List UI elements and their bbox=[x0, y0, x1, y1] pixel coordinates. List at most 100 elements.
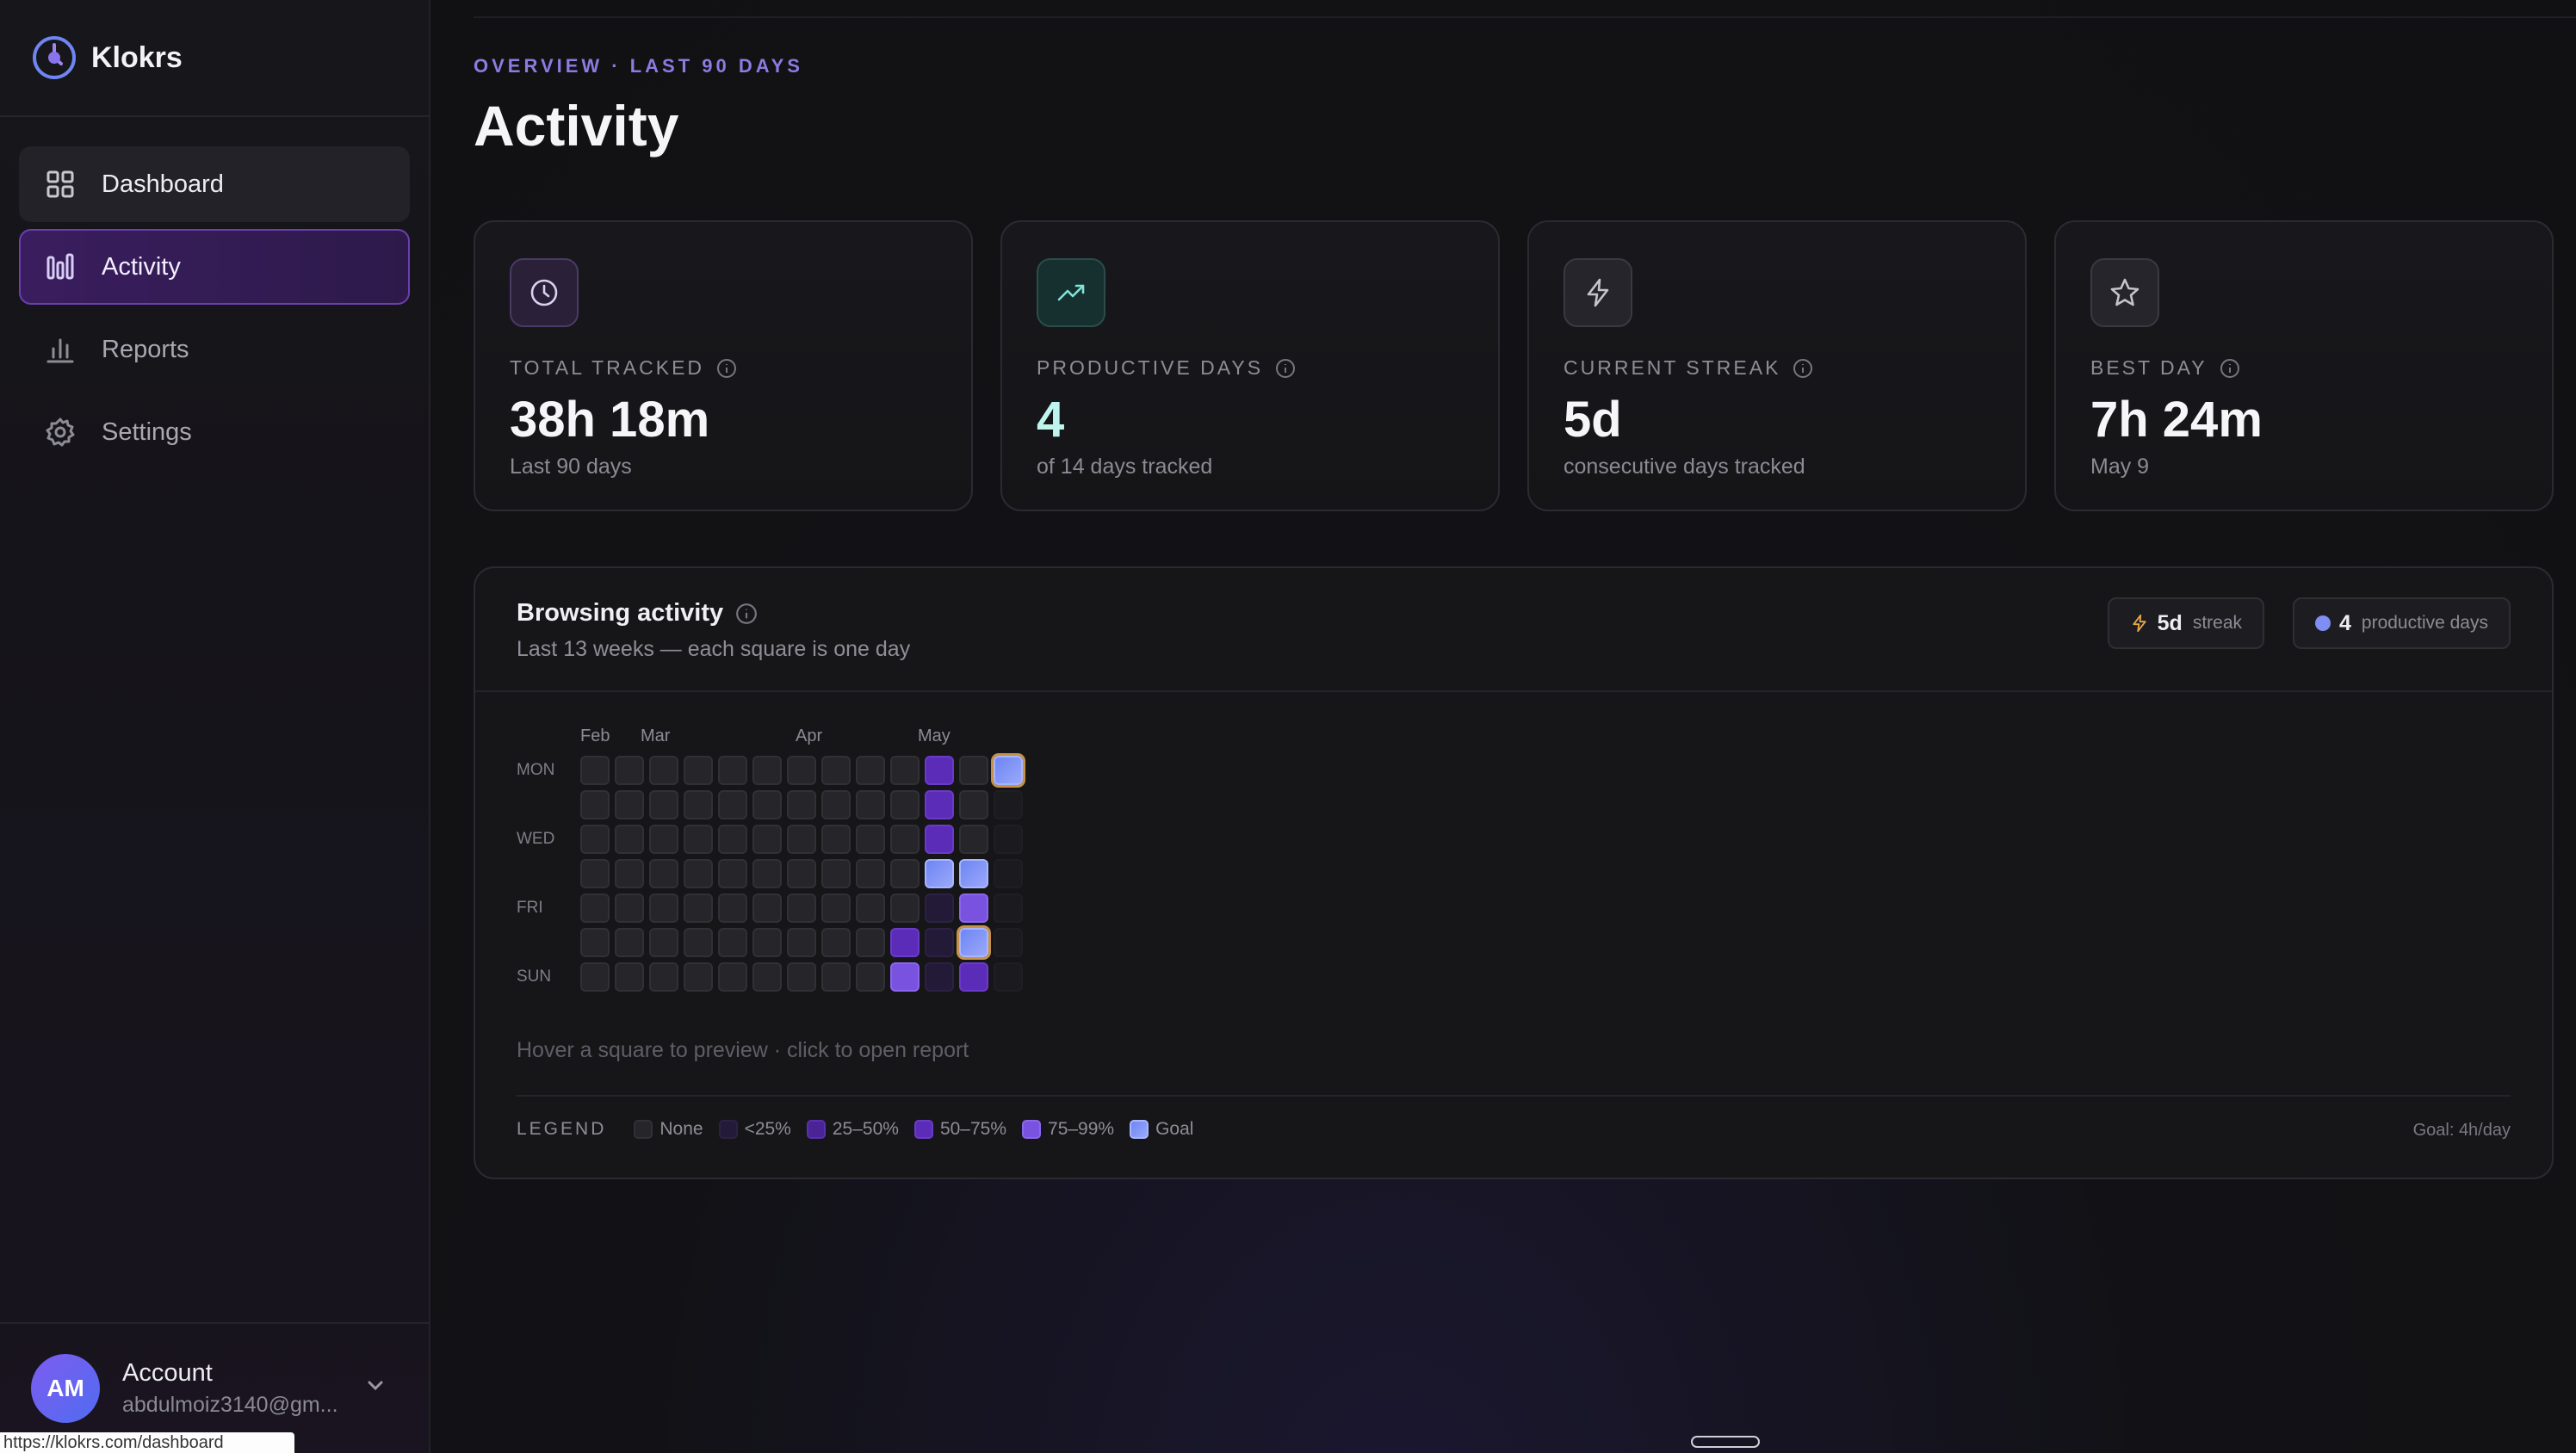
heatmap-day-cell[interactable] bbox=[649, 893, 678, 923]
heatmap-day-cell[interactable] bbox=[925, 893, 954, 923]
heatmap-day-cell[interactable] bbox=[649, 790, 678, 819]
info-icon[interactable] bbox=[735, 603, 758, 625]
heatmap-day-cell[interactable] bbox=[649, 928, 678, 957]
heatmap-day-cell[interactable] bbox=[821, 859, 851, 888]
heatmap-day-cell[interactable] bbox=[684, 893, 713, 923]
heatmap-day-cell[interactable] bbox=[890, 893, 920, 923]
info-icon[interactable] bbox=[2220, 358, 2240, 379]
heatmap-day-cell[interactable] bbox=[580, 962, 610, 992]
heatmap-day-cell[interactable] bbox=[615, 859, 644, 888]
heatmap-day-cell[interactable] bbox=[752, 859, 782, 888]
scroll-handle[interactable] bbox=[1691, 1436, 1760, 1448]
heatmap-day-cell[interactable] bbox=[649, 962, 678, 992]
heatmap-day-cell[interactable] bbox=[925, 928, 954, 957]
info-icon[interactable] bbox=[1275, 358, 1296, 379]
heatmap-day-cell[interactable] bbox=[580, 928, 610, 957]
heatmap-day-cell[interactable] bbox=[752, 962, 782, 992]
heatmap-day-cell[interactable] bbox=[821, 825, 851, 854]
heatmap-day-cell[interactable] bbox=[615, 790, 644, 819]
heatmap-day-cell[interactable] bbox=[718, 790, 747, 819]
heatmap-day-cell[interactable] bbox=[580, 756, 610, 785]
heatmap-day-cell[interactable] bbox=[718, 756, 747, 785]
heatmap-day-cell[interactable] bbox=[821, 756, 851, 785]
heatmap-day-cell[interactable] bbox=[787, 756, 816, 785]
heatmap-day-cell[interactable] bbox=[925, 825, 954, 854]
heatmap-day-cell[interactable] bbox=[580, 825, 610, 854]
heatmap-day-cell[interactable] bbox=[994, 756, 1023, 785]
heatmap-day-cell[interactable] bbox=[649, 859, 678, 888]
heatmap-day-cell[interactable] bbox=[787, 962, 816, 992]
day-label bbox=[517, 790, 580, 825]
heatmap-day-cell[interactable] bbox=[959, 825, 988, 854]
heatmap-day-cell[interactable] bbox=[787, 859, 816, 888]
heatmap-day-cell[interactable] bbox=[890, 756, 920, 785]
info-icon[interactable] bbox=[1793, 358, 1813, 379]
heatmap-day-cell[interactable] bbox=[959, 928, 988, 957]
heatmap-day-cell[interactable] bbox=[615, 928, 644, 957]
heatmap-day-cell[interactable] bbox=[856, 962, 885, 992]
heatmap-day-cell[interactable] bbox=[615, 962, 644, 992]
heatmap-day-cell[interactable] bbox=[856, 790, 885, 819]
stat-label: PRODUCTIVE DAYS bbox=[1037, 356, 1296, 380]
heatmap-day-cell[interactable] bbox=[925, 790, 954, 819]
heatmap-day-cell[interactable] bbox=[959, 756, 988, 785]
heatmap-day-cell[interactable] bbox=[615, 756, 644, 785]
heatmap-day-cell[interactable] bbox=[718, 928, 747, 957]
heatmap-day-cell[interactable] bbox=[649, 756, 678, 785]
heatmap-day-cell[interactable] bbox=[925, 962, 954, 992]
heatmap-day-cell[interactable] bbox=[580, 859, 610, 888]
heatmap-day-cell[interactable] bbox=[684, 928, 713, 957]
heatmap-day-cell[interactable] bbox=[752, 928, 782, 957]
heatmap-day-cell[interactable] bbox=[821, 893, 851, 923]
heatmap-day-cell[interactable] bbox=[752, 790, 782, 819]
heatmap-day-cell[interactable] bbox=[925, 859, 954, 888]
heatmap-day-cell[interactable] bbox=[684, 825, 713, 854]
heatmap-day-cell[interactable] bbox=[580, 893, 610, 923]
heatmap-day-cell[interactable] bbox=[856, 893, 885, 923]
heatmap-day-cell[interactable] bbox=[752, 756, 782, 785]
info-icon[interactable] bbox=[716, 358, 737, 379]
heatmap-day-cell[interactable] bbox=[787, 790, 816, 819]
heatmap-day-cell[interactable] bbox=[890, 859, 920, 888]
heatmap-day-cell[interactable] bbox=[959, 790, 988, 819]
heatmap-day-cell[interactable] bbox=[580, 790, 610, 819]
sidebar-item-reports[interactable]: Reports bbox=[19, 312, 410, 387]
heatmap-day-cell[interactable] bbox=[890, 928, 920, 957]
heatmap-day-cell[interactable] bbox=[959, 859, 988, 888]
heatmap-day-cell[interactable] bbox=[959, 893, 988, 923]
heatmap-day-cell[interactable] bbox=[718, 859, 747, 888]
heatmap-day-cell[interactable] bbox=[649, 825, 678, 854]
heatmap-day-cell[interactable] bbox=[925, 756, 954, 785]
heatmap-day-cell[interactable] bbox=[718, 893, 747, 923]
heatmap-day-cell[interactable] bbox=[787, 825, 816, 854]
heatmap-day-cell[interactable] bbox=[856, 928, 885, 957]
heatmap-day-cell[interactable] bbox=[821, 790, 851, 819]
heatmap-day-cell[interactable] bbox=[890, 790, 920, 819]
heatmap-day-cell[interactable] bbox=[856, 859, 885, 888]
heatmap-day-cell[interactable] bbox=[890, 962, 920, 992]
heatmap-day-cell[interactable] bbox=[718, 825, 747, 854]
heatmap-day-cell[interactable] bbox=[684, 859, 713, 888]
heatmap-day-cell[interactable] bbox=[821, 928, 851, 957]
heatmap-day-cell[interactable] bbox=[787, 928, 816, 957]
heatmap-day-cell[interactable] bbox=[615, 893, 644, 923]
brand[interactable]: Klokrs bbox=[0, 0, 429, 117]
heatmap-day-cell[interactable] bbox=[856, 756, 885, 785]
legend-swatch bbox=[1130, 1120, 1149, 1139]
sidebar-item-activity[interactable]: Activity bbox=[19, 229, 410, 305]
chevron-down-icon[interactable] bbox=[363, 1374, 387, 1398]
heatmap-day-cell[interactable] bbox=[615, 825, 644, 854]
heatmap-day-cell[interactable] bbox=[752, 893, 782, 923]
heatmap-day-cell[interactable] bbox=[959, 962, 988, 992]
heatmap-day-cell[interactable] bbox=[684, 756, 713, 785]
heatmap-day-cell[interactable] bbox=[787, 893, 816, 923]
heatmap-day-cell[interactable] bbox=[752, 825, 782, 854]
heatmap-day-cell[interactable] bbox=[684, 790, 713, 819]
heatmap-day-cell[interactable] bbox=[718, 962, 747, 992]
heatmap-day-cell[interactable] bbox=[890, 825, 920, 854]
heatmap-day-cell[interactable] bbox=[821, 962, 851, 992]
sidebar-item-settings[interactable]: Settings bbox=[19, 394, 410, 470]
heatmap-day-cell[interactable] bbox=[684, 962, 713, 992]
sidebar-item-dashboard[interactable]: Dashboard bbox=[19, 146, 410, 222]
heatmap-day-cell[interactable] bbox=[856, 825, 885, 854]
